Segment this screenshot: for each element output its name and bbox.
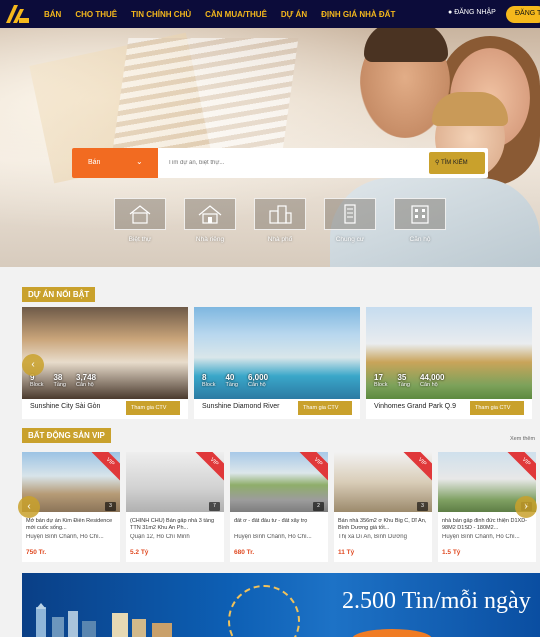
listing-type-select[interactable]: Bán — [72, 148, 158, 178]
listing-location: Thị xã Dĩ An, Bình Dương — [338, 534, 407, 540]
category-condo[interactable]: Chung cư — [324, 198, 376, 250]
nav-item-wanted[interactable]: CẦN MUA/THUÊ — [205, 10, 267, 19]
listing-location: Huyện Bình Chánh, Hồ Chí... — [26, 534, 104, 540]
listing-card[interactable]: VIP 7 (CHÍNH CHỦ) Bán gấp nhà 3 tầng TTN… — [126, 452, 224, 562]
nav-item-sell[interactable]: BÁN — [44, 10, 61, 19]
search-bar: Bán ⌄ ⚲ TÌM KIẾM — [72, 148, 488, 178]
city-skyline-image — [36, 603, 172, 637]
chevron-left-icon: ‹ — [27, 501, 31, 512]
logo-badge-image — [228, 585, 300, 637]
listing-price: 5.2 Tỷ — [130, 549, 149, 556]
listing-location: Huyện Bình Chánh, Hồ Chí... — [442, 534, 520, 540]
search-input[interactable] — [168, 156, 418, 170]
photo-count-badge: 2 — [313, 502, 324, 511]
nav-item-projects[interactable]: DỰ ÁN — [281, 10, 307, 19]
photo-count-badge: 3 — [105, 502, 116, 511]
logo[interactable] — [4, 3, 30, 25]
category-house[interactable]: Nhà riêng — [184, 198, 236, 250]
listing-card[interactable]: VIP 2 đất ơ - đất đầu tư - đất xây trọ H… — [230, 452, 328, 562]
nav-item-owner-listings[interactable]: TIN CHÍNH CHỦ — [131, 10, 191, 19]
login-label: ĐĂNG NHẬP — [454, 9, 496, 16]
listing-title[interactable]: đất ơ - đất đầu tư - đất xây trọ — [234, 518, 326, 532]
category-shortcuts: Biệt thự Nhà riêng Nhà phố Chung cư Căn … — [114, 198, 446, 250]
top-nav-bar: BÁN CHO THUÊ TIN CHÍNH CHỦ CẦN MUA/THUÊ … — [0, 0, 540, 28]
project-name[interactable]: Vinhomes Grand Park Q.9 — [374, 403, 456, 410]
category-apartment[interactable]: Căn hộ — [394, 198, 446, 250]
listing-location: Quận 12, Hồ Chí Minh — [130, 534, 190, 540]
search-icon: ⚲ — [435, 160, 440, 166]
main-menu: BÁN CHO THUÊ TIN CHÍNH CHỦ CẦN MUA/THUÊ … — [44, 0, 409, 28]
register-button[interactable]: ĐĂNG T — [506, 6, 540, 23]
featured-projects-carousel: 9 Block 38 Tầng 3,748 Căn hộ Sunshine City … — [22, 307, 532, 419]
vip-listings-carousel: VIP 3 Mở bán dự án Kim Điền Residence mớ… — [22, 452, 537, 562]
carousel-prev-button[interactable]: ‹ — [22, 354, 44, 376]
category-villa[interactable]: Biệt thự — [114, 198, 166, 250]
see-more-link[interactable]: Xem thêm — [510, 436, 535, 442]
login-link[interactable]: ● ĐĂNG NHẬP — [448, 9, 496, 16]
house-icon — [184, 198, 236, 230]
listing-price: 680 Tr. — [234, 549, 255, 556]
project-card[interactable]: 17 Block 35 Tầng 44,000 Căn hộ Vinhomes Gra… — [366, 307, 532, 419]
listing-type-value: Bán — [88, 159, 101, 166]
listing-card[interactable]: VIP 3 Bán nhà 356m2 ơ Khu Big C, Dĩ An, … — [334, 452, 432, 562]
building-icon — [324, 198, 376, 230]
category-townhouse[interactable]: Nhà phố — [254, 198, 306, 250]
photo-count-badge: 3 — [417, 502, 428, 511]
townhouse-icon — [254, 198, 306, 230]
chevron-left-icon: ‹ — [31, 359, 35, 370]
window-blinds-image — [111, 38, 299, 158]
project-name[interactable]: Sunshine Diamond River — [202, 403, 279, 410]
listing-price: 11 Tỷ — [338, 549, 355, 556]
banner-headline: 2.500 Tin/mỗi ngày — [342, 588, 531, 614]
project-card[interactable]: 8 Block 40 Tầng 6,000 Căn hộ Sunshine Diamo… — [194, 307, 360, 419]
project-name[interactable]: Sunshine City Sài Gòn — [30, 403, 100, 410]
vip-listings-title: BẤT ĐỘNG SẢN VIP — [22, 428, 111, 443]
vip-prev-button[interactable]: ‹ — [18, 496, 40, 518]
search-button[interactable]: ⚲ TÌM KIẾM — [429, 152, 485, 174]
listing-title[interactable]: Bán nhà 356m2 ơ Khu Big C, Dĩ An, Bình D… — [338, 518, 430, 532]
listing-title[interactable]: nhà bán gấp đinh đức thiện D1XD-98M2 D1S… — [442, 518, 534, 532]
chevron-down-icon: ⌄ — [136, 157, 143, 166]
nav-item-valuation[interactable]: ĐỊNH GIÁ NHÀ ĐẤT — [321, 10, 395, 19]
nav-item-rent[interactable]: CHO THUÊ — [75, 10, 117, 19]
promo-banner[interactable]: 2.500 Tin/mỗi ngày — [22, 573, 540, 637]
join-ctv-button[interactable]: Tham gia CTV — [298, 401, 352, 415]
vip-next-button[interactable]: › — [515, 496, 537, 518]
villa-icon — [114, 198, 166, 230]
listing-title[interactable]: (CHÍNH CHỦ) Bán gấp nhà 3 tầng TTN 31m2 … — [130, 518, 222, 532]
search-button-label: TÌM KIẾM — [440, 160, 468, 166]
chevron-right-icon: › — [524, 501, 528, 512]
listing-price: 1.5 Tỷ — [442, 549, 461, 556]
join-ctv-button[interactable]: Tham gia CTV — [126, 401, 180, 415]
project-card[interactable]: 9 Block 38 Tầng 3,748 Căn hộ Sunshine City … — [22, 307, 188, 419]
listing-location: Huyện Bình Chánh, Hồ Chí... — [234, 534, 312, 540]
join-ctv-button[interactable]: Tham gia CTV — [470, 401, 524, 415]
listing-price: 750 Tr. — [26, 549, 47, 556]
featured-projects-title: DỰ ÁN NỔI BẬT — [22, 287, 96, 302]
apartment-icon — [394, 198, 446, 230]
hero-banner: Bán ⌄ ⚲ TÌM KIẾM Biệt thự Nhà riêng Nhà … — [0, 28, 540, 267]
listing-title[interactable]: Mở bán dự án Kim Điền Residence mới cuốc… — [26, 518, 118, 532]
user-icon: ● — [448, 9, 453, 16]
photo-count-badge: 7 — [209, 502, 220, 511]
